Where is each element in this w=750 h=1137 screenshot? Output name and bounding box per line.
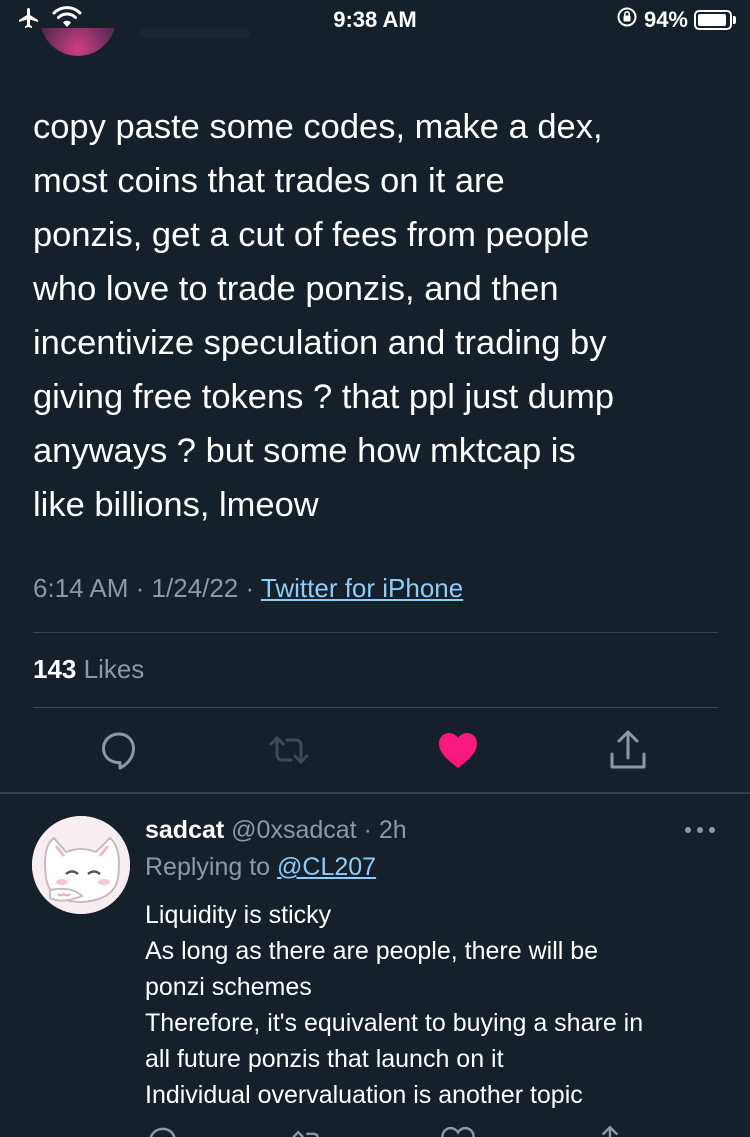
- tweet-text-line: incentivize speculation and trading by: [33, 324, 607, 362]
- reply-text-line: Individual overvaluation is another topi…: [145, 1081, 583, 1109]
- tweet-time: 6:14 AM: [33, 573, 129, 603]
- reply-text: Liquidity is sticky As long as there are…: [145, 897, 735, 1113]
- tweet-text-line: who love to trade ponzis, and then: [33, 270, 559, 308]
- share-icon: [610, 730, 646, 769]
- tweet-meta: 6:14 AM · 1/24/22 · Twitter for iPhone: [33, 573, 463, 604]
- divider: [33, 632, 718, 633]
- tweet-date: 1/24/22: [151, 573, 239, 603]
- reply-like-button[interactable]: [440, 1124, 476, 1137]
- reply-icon: [149, 1127, 176, 1137]
- tweet-text-line: anyways ? but some how mktcap is: [33, 432, 576, 470]
- tweet-text-line: most coins that trades on it are: [33, 162, 505, 200]
- tweet-text-line: giving free tokens ? that ppl just dump: [33, 378, 615, 416]
- reply-text-line: As long as there are people, there will …: [145, 937, 599, 965]
- reply-retweet-button[interactable]: [290, 1124, 326, 1137]
- heart-icon: [441, 1126, 475, 1137]
- replying-to: Replying to @CL207: [145, 853, 376, 882]
- reply-avatar[interactable]: [32, 816, 130, 914]
- likes-count: 143: [33, 654, 77, 684]
- meta-separator: ·: [128, 573, 152, 603]
- orientation-lock-icon: [616, 6, 638, 34]
- share-button[interactable]: [606, 728, 650, 772]
- author-name-sliver[interactable]: [140, 28, 250, 38]
- heart-filled-icon: [439, 733, 477, 768]
- cat-avatar-image: [32, 816, 130, 914]
- reply-share-button[interactable]: [592, 1124, 628, 1137]
- divider: [33, 707, 718, 708]
- battery-body: [694, 10, 732, 30]
- tweet-text-line: ponzis, get a cut of fees from people: [33, 216, 590, 254]
- reply-author-name[interactable]: sadcat: [145, 816, 224, 844]
- more-icon: [685, 827, 715, 833]
- retweet-icon: [269, 736, 309, 764]
- battery-fill: [698, 14, 727, 26]
- tweet-actions: [0, 728, 750, 774]
- battery-percent: 94%: [643, 7, 688, 32]
- reply-icon: [102, 732, 135, 770]
- reply-button[interactable]: [97, 728, 141, 772]
- reply-text-line: all future ponzis that launch on it: [145, 1045, 504, 1073]
- reply-actions: [0, 1124, 750, 1137]
- reply-author-handle[interactable]: @0xsadcat · 2h: [224, 816, 406, 844]
- replying-mention-link[interactable]: @CL207: [277, 853, 376, 881]
- more-options-button[interactable]: [682, 820, 718, 840]
- likes-stat[interactable]: 143 Likes: [33, 654, 144, 685]
- section-divider: [0, 792, 750, 794]
- reply-text-line: Therefore, it's equivalent to buying a s…: [145, 1009, 644, 1037]
- replying-prefix: Replying to: [145, 853, 278, 881]
- battery-icon: [694, 10, 736, 30]
- author-avatar[interactable]: [40, 28, 116, 56]
- tweet-source-link[interactable]: Twitter for iPhone: [261, 573, 463, 603]
- status-right: 94%: [616, 6, 736, 34]
- likes-label: Likes: [76, 654, 145, 684]
- meta-separator: ·: [238, 573, 261, 603]
- reply-text-line: ponzi schemes: [145, 973, 312, 1001]
- like-button[interactable]: [436, 728, 480, 772]
- tweet-text-line: copy paste some codes, make a dex,: [33, 108, 603, 146]
- share-icon: [601, 1125, 619, 1137]
- tweet-text: copy paste some codes, make a dex, most …: [33, 100, 723, 532]
- tweet-text-line: like billions, lmeow: [33, 486, 319, 524]
- retweet-button[interactable]: [267, 728, 311, 772]
- retweet-icon: [292, 1130, 319, 1137]
- reply-text-line: Liquidity is sticky: [145, 901, 332, 929]
- reply-reply-button[interactable]: [145, 1124, 181, 1137]
- reply-header: sadcat @0xsadcat · 2h: [145, 816, 407, 845]
- battery-tip: [733, 16, 736, 24]
